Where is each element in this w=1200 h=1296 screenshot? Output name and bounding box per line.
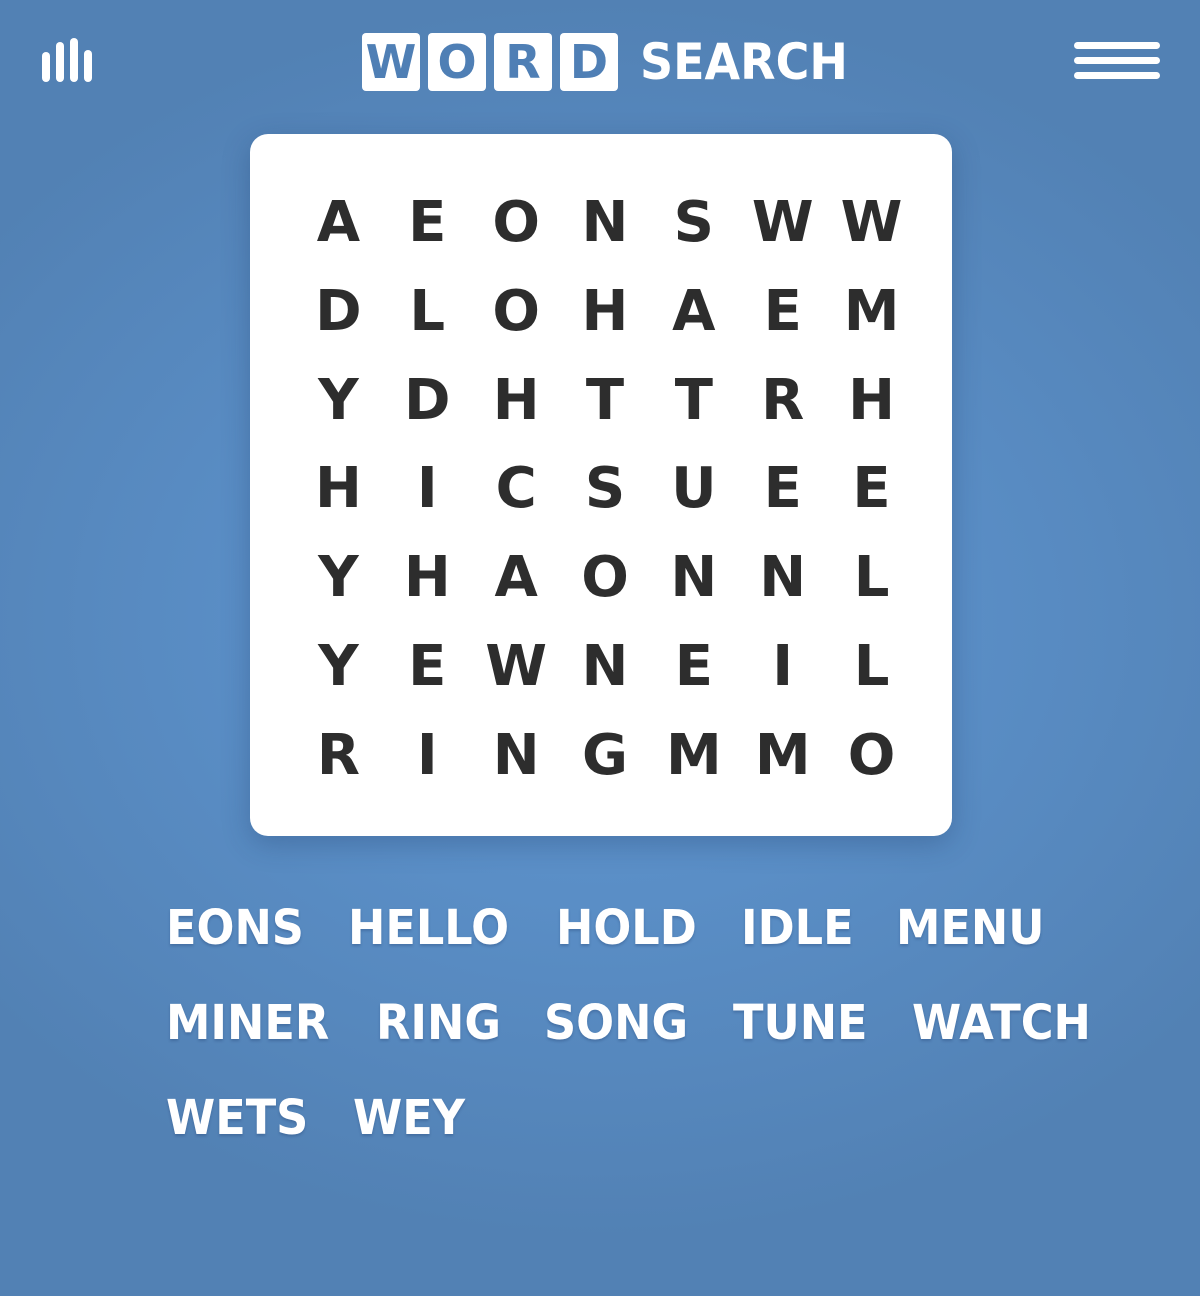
grid-cell[interactable]: Y: [294, 533, 383, 622]
target-word: RING: [375, 994, 501, 1051]
grid-cell[interactable]: H: [383, 533, 472, 622]
grid-cell[interactable]: H: [472, 356, 561, 445]
word-list: EONS HELLO HOLD IDLE MENU MINER RING SONG TUNE WA…: [166, 880, 1090, 1165]
puzzle-board: AEONSWWDLOHAEMYDHTTRHHICSUEEYHAONNLYEWNE…: [250, 134, 952, 836]
logo-tile: O: [428, 33, 486, 91]
grid-cell[interactable]: M: [738, 711, 827, 800]
bar-chart-icon: [42, 38, 92, 82]
grid-cell[interactable]: T: [561, 356, 650, 445]
grid-cell[interactable]: L: [383, 267, 472, 356]
grid-cell[interactable]: E: [383, 622, 472, 711]
word-row: WETS WEY: [166, 1070, 1066, 1165]
target-word: HELLO: [348, 899, 510, 956]
grid-cell[interactable]: M: [827, 267, 916, 356]
target-word: HOLD: [555, 899, 697, 956]
grid-cell[interactable]: E: [738, 267, 827, 356]
grid-cell[interactable]: U: [649, 445, 738, 534]
word-row: EONS HELLO HOLD IDLE MENU: [166, 880, 1066, 975]
target-word: WATCH: [911, 994, 1091, 1051]
grid-cell[interactable]: O: [472, 267, 561, 356]
grid-cell[interactable]: W: [827, 178, 916, 267]
word-row: MINER RING SONG TUNE WATCH: [166, 975, 1090, 1070]
grid-cell[interactable]: D: [383, 356, 472, 445]
grid-cell[interactable]: H: [294, 445, 383, 534]
grid-cell[interactable]: H: [561, 267, 650, 356]
grid-cell[interactable]: A: [649, 267, 738, 356]
target-word: TUNE: [732, 994, 868, 1051]
grid-cell[interactable]: I: [383, 445, 472, 534]
grid-cell[interactable]: G: [561, 711, 650, 800]
grid-cell[interactable]: R: [738, 356, 827, 445]
grid-cell[interactable]: I: [383, 711, 472, 800]
grid-cell[interactable]: L: [827, 622, 916, 711]
grid-cell[interactable]: H: [827, 356, 916, 445]
menu-button[interactable]: [1072, 40, 1162, 84]
target-word: MINER: [166, 994, 330, 1051]
logo-text: SEARCH: [640, 33, 848, 91]
target-word: WEY: [353, 1089, 466, 1146]
grid-cell[interactable]: A: [472, 533, 561, 622]
logo-tile: W: [362, 33, 420, 91]
grid-cell[interactable]: D: [294, 267, 383, 356]
grid-cell[interactable]: T: [649, 356, 738, 445]
grid-cell[interactable]: E: [738, 445, 827, 534]
grid-cell[interactable]: L: [827, 533, 916, 622]
grid-cell[interactable]: Y: [294, 622, 383, 711]
grid-cell[interactable]: R: [294, 711, 383, 800]
game-logo: W O R D SEARCH: [362, 32, 866, 92]
letter-grid[interactable]: AEONSWWDLOHAEMYDHTTRHHICSUEEYHAONNLYEWNE…: [294, 178, 916, 800]
grid-cell[interactable]: M: [649, 711, 738, 800]
target-word: WETS: [166, 1089, 309, 1146]
grid-cell[interactable]: N: [561, 622, 650, 711]
stats-button[interactable]: [40, 38, 94, 84]
grid-cell[interactable]: N: [738, 533, 827, 622]
grid-cell[interactable]: S: [561, 445, 650, 534]
logo-tile: D: [560, 33, 618, 91]
grid-cell[interactable]: E: [383, 178, 472, 267]
target-word: SONG: [543, 994, 689, 1051]
grid-cell[interactable]: Y: [294, 356, 383, 445]
grid-cell[interactable]: N: [561, 178, 650, 267]
grid-cell[interactable]: O: [561, 533, 650, 622]
grid-cell[interactable]: S: [649, 178, 738, 267]
grid-cell[interactable]: W: [472, 622, 561, 711]
grid-cell[interactable]: N: [649, 533, 738, 622]
target-word: IDLE: [740, 899, 854, 956]
grid-cell[interactable]: E: [649, 622, 738, 711]
target-word: EONS: [166, 899, 304, 956]
grid-cell[interactable]: C: [472, 445, 561, 534]
grid-cell[interactable]: E: [827, 445, 916, 534]
target-word: MENU: [896, 899, 1045, 956]
grid-cell[interactable]: A: [294, 178, 383, 267]
grid-cell[interactable]: N: [472, 711, 561, 800]
hamburger-menu-icon: [1074, 42, 1160, 79]
grid-cell[interactable]: O: [827, 711, 916, 800]
grid-cell[interactable]: I: [738, 622, 827, 711]
grid-cell[interactable]: O: [472, 178, 561, 267]
grid-cell[interactable]: W: [738, 178, 827, 267]
logo-tile: R: [494, 33, 552, 91]
